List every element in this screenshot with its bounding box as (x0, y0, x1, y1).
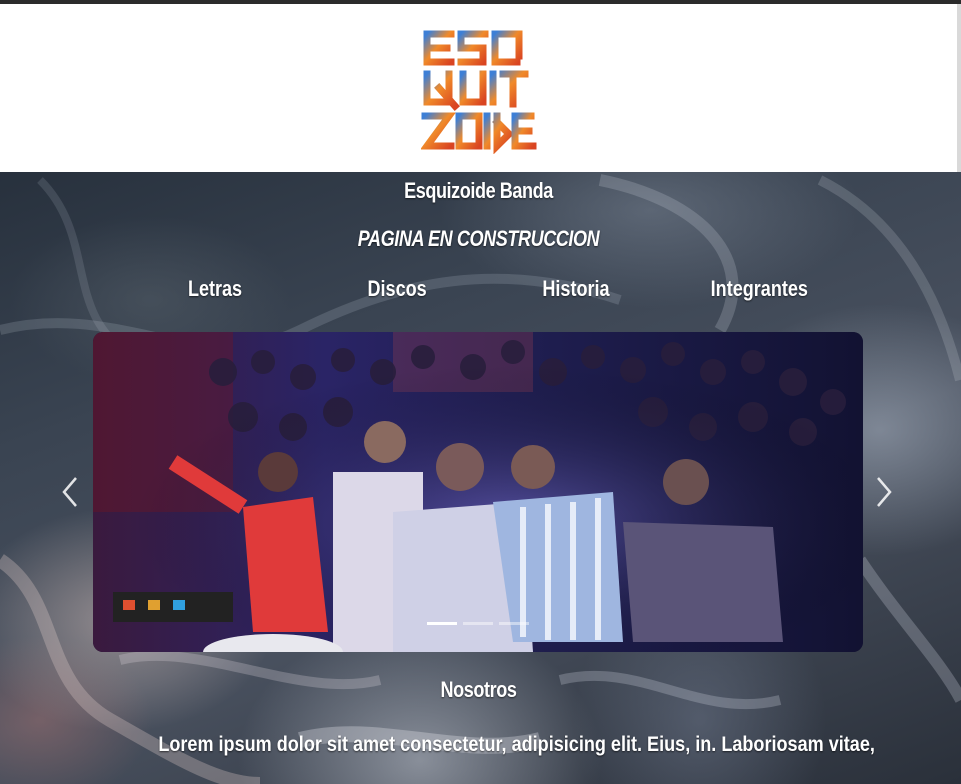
main-nav: Letras Discos Historia Integrantes (0, 276, 957, 306)
band-photo (93, 332, 863, 652)
carousel-indicator-2[interactable] (463, 622, 493, 625)
carousel-indicator-3[interactable] (499, 622, 529, 625)
about-text: Lorem ipsum dolor sit amet consectetur, … (100, 728, 875, 762)
carousel-indicators (427, 622, 532, 626)
esquizoide-logo-icon[interactable] (421, 26, 537, 154)
about-text-line: Lorem ipsum dolor sit amet consectetur, … (158, 733, 875, 756)
carousel-indicator-1[interactable] (427, 622, 457, 625)
nav-integrantes[interactable]: Integrantes (711, 276, 808, 302)
site-header (0, 4, 957, 172)
scrollbar-edge (957, 4, 961, 172)
site-name: Esquizoide Banda (404, 178, 553, 203)
carousel-prev-chevron-left-icon[interactable] (58, 474, 82, 510)
photo-carousel[interactable] (93, 332, 863, 652)
nav-historia[interactable]: Historia (542, 276, 609, 302)
construction-notice: PAGINA EN CONSTRUCCION (357, 226, 600, 251)
nav-discos[interactable]: Discos (367, 276, 426, 302)
about-title: Nosotros (440, 677, 517, 702)
nav-letras[interactable]: Letras (188, 276, 242, 302)
carousel-next-chevron-right-icon[interactable] (872, 474, 896, 510)
